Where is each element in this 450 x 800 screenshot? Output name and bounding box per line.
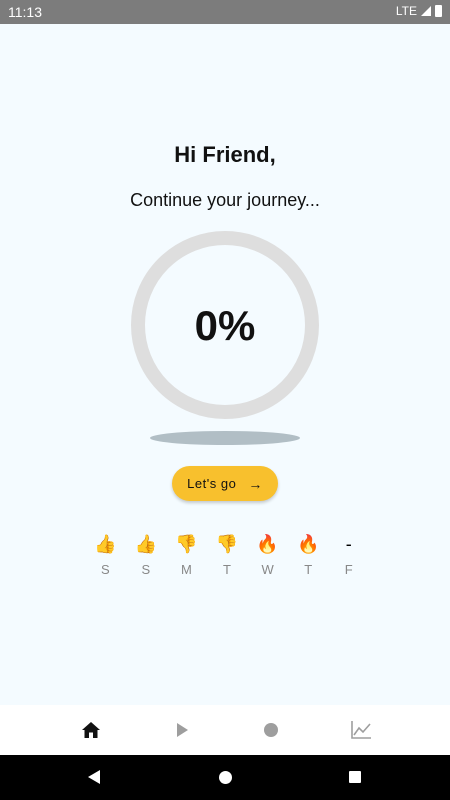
day-letter: T [223,562,231,577]
day-letter: W [261,562,274,577]
greeting-title: Hi Friend, [174,142,276,167]
day-item: 🔥 T [288,532,329,577]
status-bar: 11:13 LTE [0,0,450,24]
week-streak: 👍 S 👍 S 👎 M 👎 T 🔥 W 🔥 T - F [85,532,369,577]
thumbs-down-icon: 👎 [175,534,198,554]
back-icon[interactable] [87,769,101,785]
fire-icon: 🔥 [256,534,279,554]
play-icon[interactable] [170,718,194,742]
day-item: 👎 M [166,532,207,577]
subtitle: Continue your journey... [130,190,320,210]
day-letter: T [304,562,313,577]
battery-icon [435,5,442,17]
thumbs-down-icon: 👎 [215,534,239,554]
chart-icon[interactable] [349,718,373,742]
status-icons: LTE [396,4,442,18]
day-letter: S [100,562,110,577]
arrow-right-icon: → [248,475,263,492]
signal-icon [421,6,431,16]
network-label: LTE [395,4,417,18]
day-item: 👍 S [85,532,126,577]
bottom-nav [0,705,450,755]
ring-shadow [150,431,300,445]
day-item: 👍 S [126,532,167,577]
day-item: - F [328,532,369,577]
lets-go-button[interactable]: Let's go → [172,466,278,501]
progress-percent: 0% [194,302,256,349]
record-icon[interactable] [259,718,283,742]
fire-icon: 🔥 [296,534,320,554]
day-letter: S [141,562,151,577]
recent-apps-icon[interactable] [349,771,361,783]
day-item: 🔥 W [247,532,288,577]
home-circle-icon[interactable] [219,771,232,784]
day-item: 👎 T [207,532,248,577]
home-icon[interactable] [79,718,103,742]
system-navigation-bar [0,755,450,800]
day-letter: M [181,562,192,577]
dash-icon: - [345,534,352,554]
day-letter: F [344,562,353,577]
thumbs-up-icon: 👍 [134,534,158,554]
status-time: 11:13 [8,4,42,20]
thumbs-up-icon: 👍 [94,534,117,554]
lets-go-label: Let's go [187,476,237,491]
